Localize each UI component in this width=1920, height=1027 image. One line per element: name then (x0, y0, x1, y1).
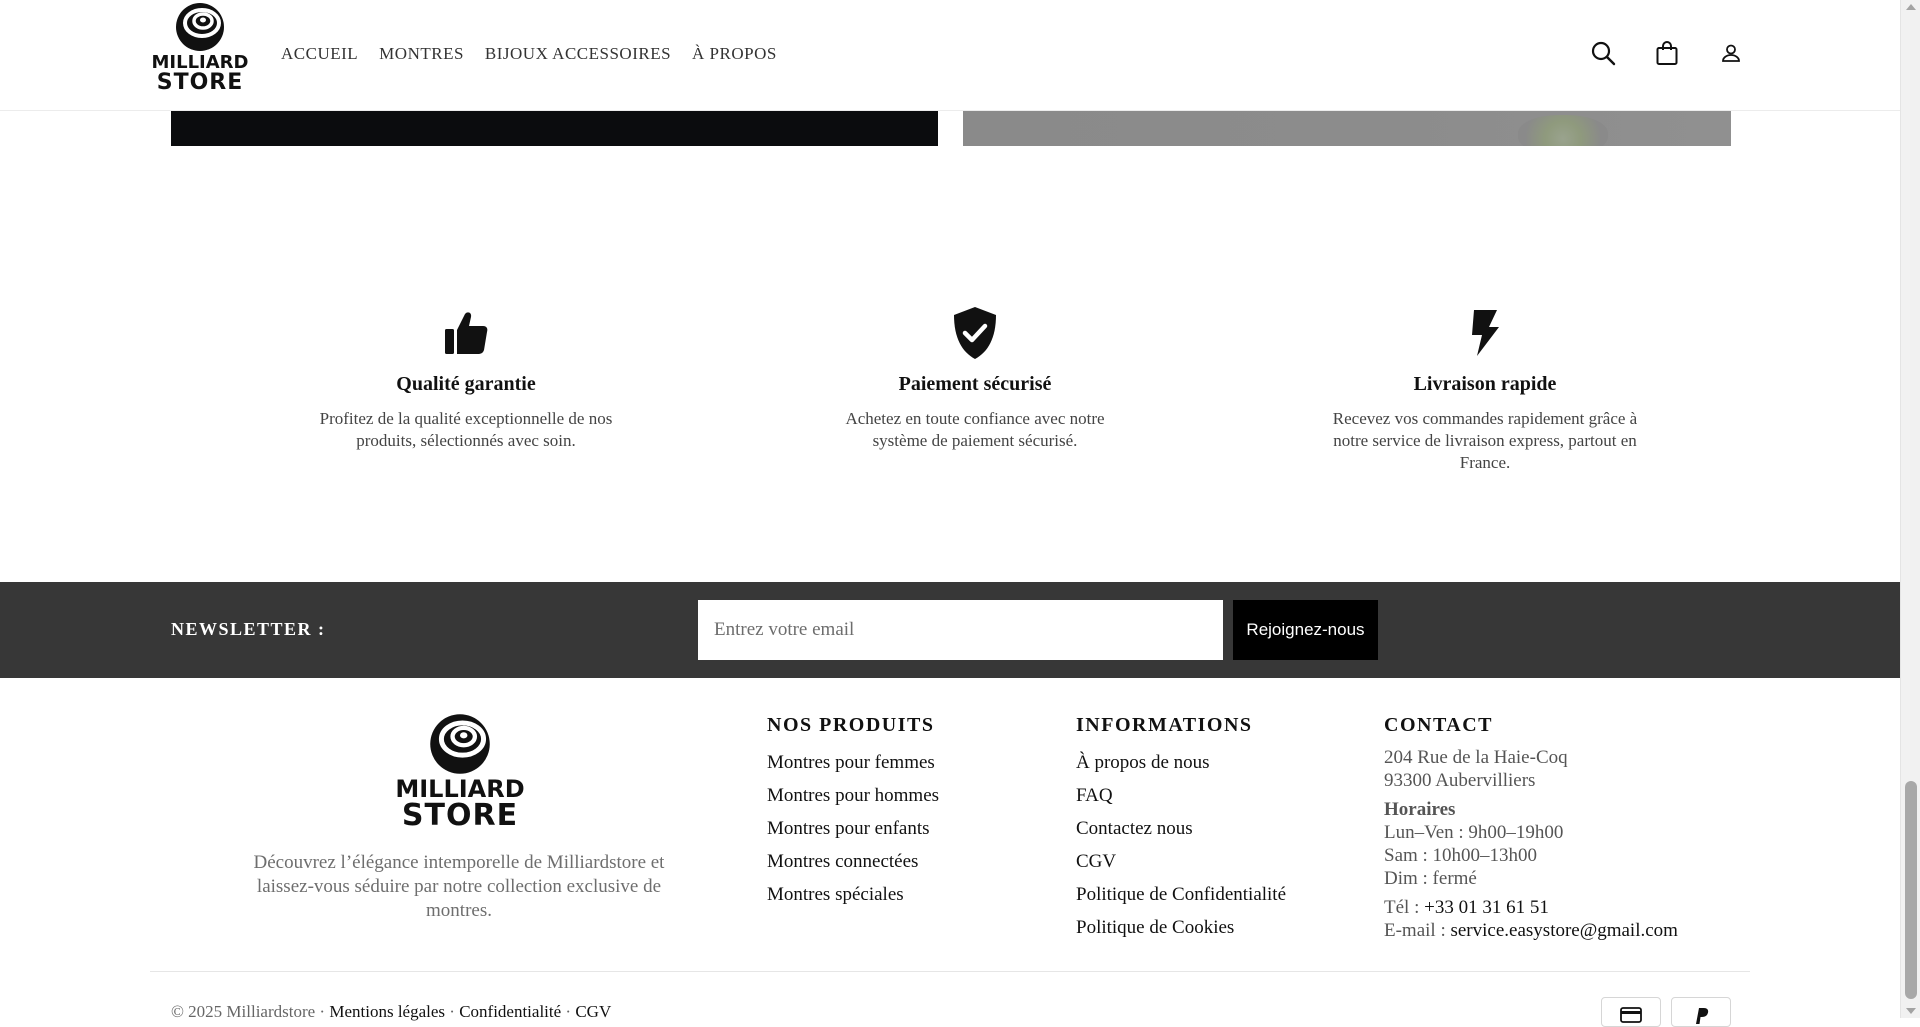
footer-link-contact[interactable]: Contactez nous (1076, 812, 1286, 845)
nav-item-montres[interactable]: MONTRES (379, 44, 464, 64)
scrollbar-thumb[interactable] (1905, 781, 1917, 999)
footer-link-confidentialite[interactable]: Politique de Confidentialité (1076, 878, 1286, 911)
phone-label: Tél : (1384, 897, 1425, 918)
category-banner-left[interactable] (171, 111, 938, 146)
email-value[interactable]: service.easystore@gmail.com (1450, 920, 1677, 941)
credit-card-icon (1601, 997, 1661, 1027)
footer-link-montres-connectees[interactable]: Montres connectées (767, 845, 939, 878)
newsletter-email-input[interactable] (698, 600, 1223, 660)
footer-products-column: NOS PRODUITS Montres pour femmes Montres… (767, 714, 939, 911)
footer-link-a-propos[interactable]: À propos de nous (1076, 746, 1286, 779)
striped-sphere-logo-icon (430, 714, 490, 774)
hours-sunday: Dim : fermé (1384, 868, 1477, 889)
newsletter-title: NEWSLETTER : (171, 619, 326, 639)
footer-logo-line2: STORE (401, 798, 519, 833)
footer-link-montres-speciales[interactable]: Montres spéciales (767, 878, 939, 911)
footer-link-cookies[interactable]: Politique de Cookies (1076, 911, 1286, 944)
footer-column-title: CONTACT (1384, 714, 1494, 736)
newsletter-section: NEWSLETTER : Rejoignez-nous (0, 582, 1900, 678)
page-scrollbar[interactable] (1900, 0, 1920, 1018)
footer-link-faq[interactable]: FAQ (1076, 779, 1286, 812)
contact-phone: Tél : +33 01 31 61 51 (1384, 896, 1678, 919)
thumbs-up-icon (286, 306, 646, 360)
hours-weekday: Lun–Ven : 9h00–19h00 (1384, 822, 1564, 843)
nav-item-bijoux-accessoires[interactable]: BIJOUX ACCESSOIRES (485, 44, 671, 64)
feature-title: Livraison rapide (1413, 373, 1557, 395)
footer-column-title: NOS PRODUITS (767, 714, 935, 736)
footer-link-montres-femmes[interactable]: Montres pour femmes (767, 746, 939, 779)
category-banner-right[interactable] (963, 111, 1731, 146)
lightning-bolt-icon (1305, 306, 1665, 360)
email-label: E-mail : (1384, 920, 1451, 941)
feature-text: Recevez vos commandes rapidement grâce à… (1332, 409, 1638, 472)
header-logo[interactable]: MILLIARD STORE (150, 2, 250, 102)
feature-title: Qualité garantie (396, 373, 536, 395)
separator: · (445, 1002, 460, 1021)
scroll-down-arrow-icon[interactable] (1906, 1008, 1916, 1014)
hours-saturday: Sam : 10h00–13h00 (1384, 845, 1538, 866)
footer-logo[interactable]: MILLIARD STORE (395, 713, 525, 833)
hours-title: Horaires (1384, 799, 1456, 820)
shield-check-icon (795, 306, 1155, 360)
footer-bottom-bar: © 2025 Milliardstore · Mentions légales … (171, 1002, 611, 1022)
footer-divider (150, 971, 1750, 972)
search-icon[interactable] (1590, 40, 1616, 66)
legal-link[interactable]: Mentions légales (329, 1002, 445, 1021)
cgv-link[interactable]: CGV (575, 1002, 611, 1021)
feature-quality: Qualité garantie Profitez de la qualité … (286, 306, 646, 452)
newsletter-submit-button[interactable]: Rejoignez-nous (1233, 600, 1378, 660)
feature-fast-delivery: Livraison rapide Recevez vos commandes r… (1305, 306, 1665, 474)
feature-text: Achetez en toute confiance avec notre sy… (845, 409, 1105, 450)
footer-link-montres-enfants[interactable]: Montres pour enfants (767, 812, 939, 845)
shopping-bag-icon[interactable] (1654, 40, 1680, 66)
contact-email: E-mail : service.easystore@gmail.com (1384, 919, 1678, 942)
paypal-icon (1671, 997, 1731, 1027)
separator: · (561, 1002, 576, 1021)
phone-value[interactable]: +33 01 31 61 51 (1424, 897, 1549, 918)
striped-sphere-logo-icon (176, 3, 224, 51)
user-icon[interactable] (1718, 40, 1744, 66)
site-header: MILLIARD STORE ACCUEIL MONTRES BIJOUX AC… (0, 0, 1900, 111)
footer-info-column: INFORMATIONS À propos de nous FAQ Contac… (1076, 714, 1286, 944)
logo-line2: STORE (156, 70, 244, 95)
footer-column-title: INFORMATIONS (1076, 714, 1253, 736)
feature-text: Profitez de la qualité exceptionnelle de… (319, 409, 613, 450)
footer-link-cgv[interactable]: CGV (1076, 845, 1286, 878)
address-line-2: 93300 Aubervilliers (1384, 770, 1536, 791)
feature-secure-payment: Paiement sécurisé Achetez en toute confi… (795, 306, 1155, 452)
copyright-text: © 2025 Milliardstore · (171, 1002, 330, 1021)
header-actions (1590, 40, 1744, 66)
footer-link-montres-hommes[interactable]: Montres pour hommes (767, 779, 939, 812)
nav-item-accueil[interactable]: ACCUEIL (281, 44, 358, 64)
scroll-up-arrow-icon[interactable] (1906, 4, 1916, 10)
footer-contact-column: CONTACT 204 Rue de la Haie-Coq 93300 Aub… (1384, 714, 1678, 942)
nav-item-a-propos[interactable]: À PROPOS (692, 44, 777, 64)
feature-title: Paiement sécurisé (898, 373, 1052, 395)
privacy-link[interactable]: Confidentialité (459, 1002, 561, 1021)
main-nav: ACCUEIL MONTRES BIJOUX ACCESSOIRES À PRO… (281, 44, 798, 64)
address-line-1: 204 Rue de la Haie-Coq (1384, 747, 1568, 768)
banner-image-detail (1518, 115, 1608, 146)
footer-description: Découvrez l’élégance intemporelle de Mil… (253, 852, 665, 921)
